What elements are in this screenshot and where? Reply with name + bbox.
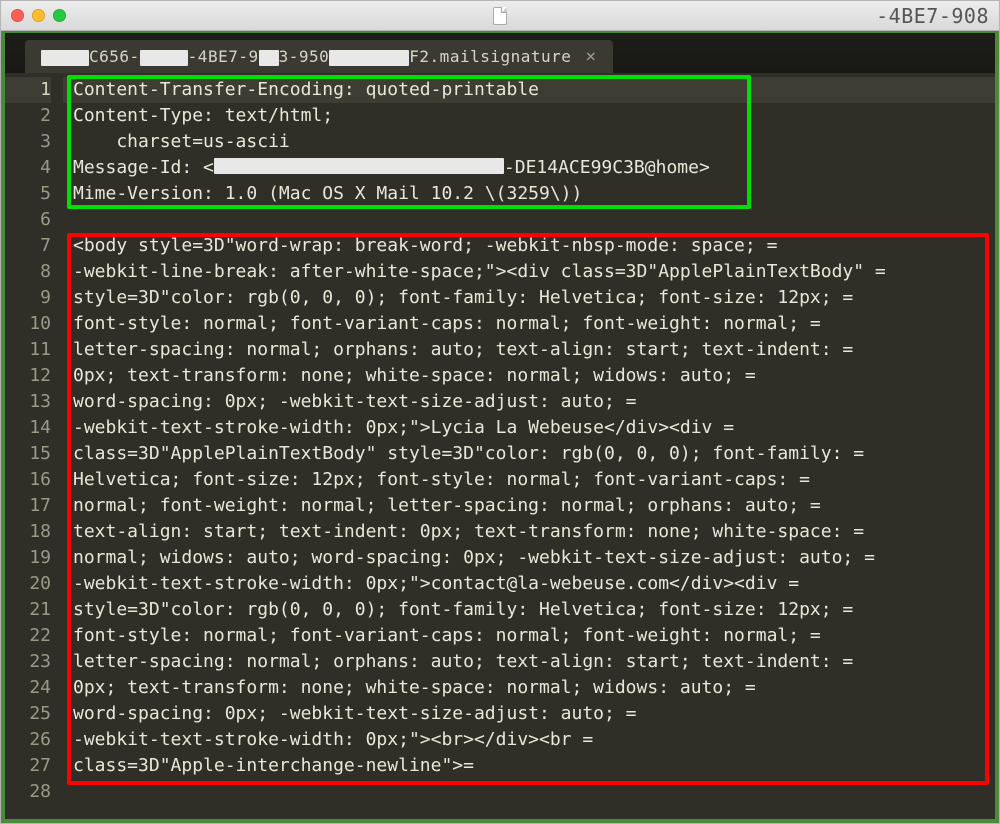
line-number: 14 (5, 415, 51, 441)
line-number: 28 (5, 779, 51, 805)
tab-text-seg: F2.mailsignature (409, 47, 571, 66)
line-number: 10 (5, 311, 51, 337)
redacted-segment (259, 50, 279, 66)
tab-text-seg: C656- (89, 47, 140, 66)
tab-text-seg: 3-950 (279, 47, 330, 66)
redacted-segment (214, 158, 504, 174)
code-line: Message-Id: <-DE14ACE99C3B@home> (63, 155, 995, 181)
code-line: class=3D"Apple-interchange-newline">= (63, 753, 995, 779)
file-tab[interactable]: C656- -4BE7-9 3-950 F2.mailsignature × (25, 40, 613, 73)
code-line: style=3D"color: rgb(0, 0, 0); font-famil… (63, 597, 995, 623)
redacted-segment (140, 50, 188, 66)
line-number: 27 (5, 753, 51, 779)
line-number: 16 (5, 467, 51, 493)
code-line: font-style: normal; font-variant-caps: n… (63, 311, 995, 337)
minimize-window-button[interactable] (32, 9, 45, 22)
code-line: <body style=3D"word-wrap: break-word; -w… (63, 233, 995, 259)
line-number: 15 (5, 441, 51, 467)
maximize-window-button[interactable] (53, 9, 66, 22)
code-line: -webkit-text-stroke-width: 0px;">contact… (63, 571, 995, 597)
line-number: 24 (5, 675, 51, 701)
line-number: 9 (5, 285, 51, 311)
code-line: Mime-Version: 1.0 (Mac OS X Mail 10.2 \(… (63, 181, 995, 207)
line-number: 12 (5, 363, 51, 389)
line-number: 5 (5, 181, 51, 207)
code-line: Content-Type: text/html; (63, 103, 995, 129)
code-line: font-style: normal; font-variant-caps: n… (63, 623, 995, 649)
code-line: Helvetica; font-size: 12px; font-style: … (63, 467, 995, 493)
code-line: letter-spacing: normal; orphans: auto; t… (63, 649, 995, 675)
code-line: Content-Transfer-Encoding: quoted-printa… (63, 77, 995, 103)
editor-area: C656--4BE7-93-950F2.mailsignature × 1234… (1, 31, 999, 823)
line-number: 22 (5, 623, 51, 649)
line-number-gutter: 1234567891011121314151617181920212223242… (5, 77, 63, 819)
line-number: 8 (5, 259, 51, 285)
code-line: text-align: start; text-indent: 0px; tex… (63, 519, 995, 545)
code-line: word-spacing: 0px; -webkit-text-size-adj… (63, 389, 995, 415)
line-number: 18 (5, 519, 51, 545)
code-line: class=3D"ApplePlainTextBody" style=3D"co… (63, 441, 995, 467)
line-number: 25 (5, 701, 51, 727)
line-number: 3 (5, 129, 51, 155)
code-line: charset=us-ascii (63, 129, 995, 155)
redacted-segment (41, 50, 89, 66)
line-number: 21 (5, 597, 51, 623)
line-number: 19 (5, 545, 51, 571)
line-number: 13 (5, 389, 51, 415)
code-line: 0px; text-transform: none; white-space: … (63, 675, 995, 701)
tab-filename: C656- -4BE7-9 3-950 F2.mailsignature (41, 47, 571, 66)
code-line (63, 779, 995, 805)
code-line: -webkit-text-stroke-width: 0px;">Lycia L… (63, 415, 995, 441)
code-line: -webkit-line-break: after-white-space;">… (63, 259, 995, 285)
close-tab-icon[interactable]: × (585, 48, 596, 66)
line-number: 17 (5, 493, 51, 519)
document-icon (493, 7, 507, 25)
line-number: 1 (5, 77, 51, 103)
line-number: 26 (5, 727, 51, 753)
tab-text-seg: -4BE7-9 (188, 47, 259, 66)
line-number: 4 (5, 155, 51, 181)
code-line: word-spacing: 0px; -webkit-text-size-adj… (63, 701, 995, 727)
redacted-segment (329, 50, 409, 66)
editor-window: -4BE7-908 C656- -4BE7-9 3-950 F2.mailsignat… (0, 0, 1000, 824)
close-window-button[interactable] (11, 9, 24, 22)
code-line: 0px; text-transform: none; white-space: … (63, 363, 995, 389)
line-number: 6 (5, 207, 51, 233)
line-number: 2 (5, 103, 51, 129)
code-line: style=3D"color: rgb(0, 0, 0); font-famil… (63, 285, 995, 311)
code-line: -webkit-text-stroke-width: 0px;"><br></d… (63, 727, 995, 753)
window-title (493, 7, 507, 25)
traffic-lights (11, 9, 66, 22)
code-line (63, 207, 995, 233)
line-number: 20 (5, 571, 51, 597)
window-title-fragment: -4BE7-908 (876, 4, 989, 28)
code-area[interactable]: 1234567891011121314151617181920212223242… (5, 73, 995, 819)
code-line: normal; font-weight: normal; letter-spac… (63, 493, 995, 519)
line-number: 7 (5, 233, 51, 259)
line-number: 23 (5, 649, 51, 675)
code-content[interactable]: Content-Transfer-Encoding: quoted-printa… (63, 77, 995, 819)
line-number: 11 (5, 337, 51, 363)
code-line: normal; widows: auto; word-spacing: 0px;… (63, 545, 995, 571)
window-titlebar: -4BE7-908 (1, 1, 999, 31)
code-line: letter-spacing: normal; orphans: auto; t… (63, 337, 995, 363)
tab-bar: C656- -4BE7-9 3-950 F2.mailsignature × (5, 33, 995, 73)
